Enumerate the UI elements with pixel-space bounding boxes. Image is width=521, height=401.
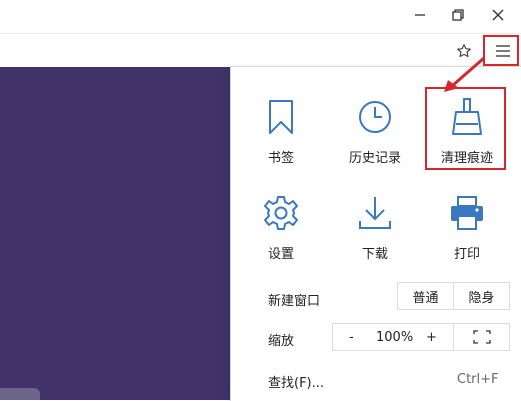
annotation-arrow — [444, 56, 485, 92]
